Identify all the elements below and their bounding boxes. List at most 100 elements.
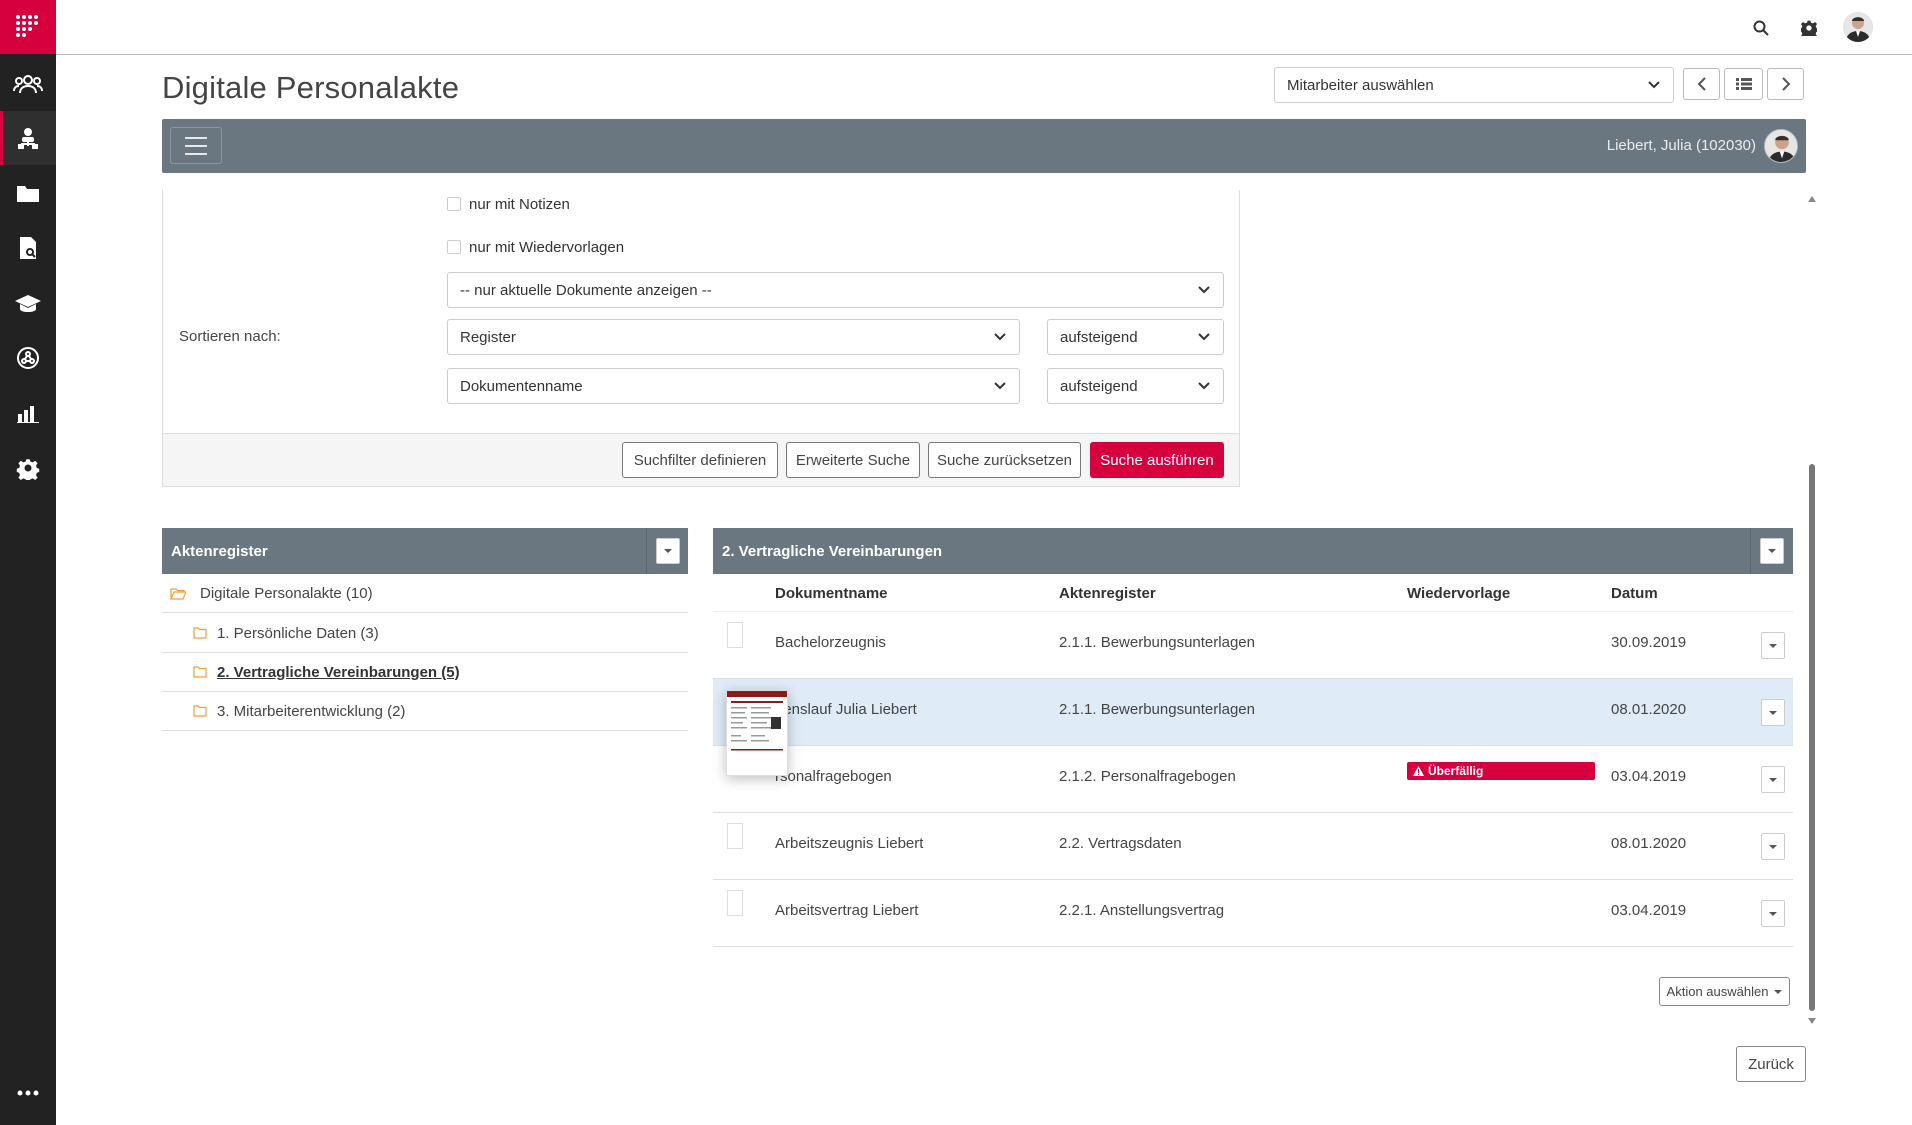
column-header[interactable]: Dokumentname (775, 585, 888, 602)
action-select-button[interactable]: Aktion auswählen (1659, 977, 1790, 1006)
sort-order-1-value: aufsteigend (1060, 328, 1138, 346)
sort-field-1-value: Register (460, 328, 516, 346)
page-title: Digitale Personalakte (162, 70, 460, 105)
tree-item-development[interactable]: 3. Mitarbeiterentwicklung (2) (162, 692, 688, 731)
folder-open-icon (170, 587, 186, 600)
row-actions-button[interactable] (1761, 900, 1785, 927)
only-notes-checkbox[interactable] (447, 197, 461, 211)
document-name[interactable]: benslauf Julia Liebert (775, 701, 917, 718)
document-date: 08.01.2020 (1611, 701, 1687, 718)
column-header[interactable]: Aktenregister (1059, 585, 1156, 602)
register-tree-panel: Aktenregister Digitale Personalakte (10)… (162, 528, 688, 731)
nav-training[interactable] (0, 276, 56, 330)
register-tree-menu-button[interactable] (656, 538, 680, 564)
document-version-select[interactable]: -- nur aktuelle Dokumente anzeigen -- (447, 272, 1224, 308)
menu-toggle-button[interactable] (170, 127, 222, 164)
column-header[interactable]: Datum (1611, 585, 1658, 602)
document-name[interactable]: Arbeitszeugnis Liebert (775, 835, 923, 852)
folder-icon (193, 627, 207, 639)
sort-field-2-value: Dokumentenname (460, 377, 583, 395)
document-thumbnail (727, 622, 743, 648)
sort-order-2-select[interactable]: aufsteigend (1047, 368, 1224, 404)
sort-order-2-value: aufsteigend (1060, 377, 1138, 395)
document-name[interactable]: Bachelorzeugnis (775, 634, 886, 651)
table-row[interactable]: rsonalfragebogen 2.1.2. Personalfragebog… (713, 746, 1793, 813)
document-register: 2.1.1. Bewerbungsunterlagen (1059, 701, 1255, 718)
register-tree-title: Aktenregister (171, 542, 268, 560)
sort-field-1-select[interactable]: Register (447, 319, 1020, 355)
row-actions-button[interactable] (1761, 833, 1785, 860)
documents-title: 2. Vertragliche Vereinbarungen (722, 542, 943, 560)
nav-personnel-file[interactable] (0, 111, 56, 165)
document-register: 2.1.1. Bewerbungsunterlagen (1059, 634, 1255, 651)
document-name[interactable]: Arbeitsvertrag Liebert (775, 902, 918, 919)
advanced-search-button[interactable]: Erweiterte Suche (786, 442, 920, 478)
nav-reports[interactable] (0, 386, 56, 440)
tree-item-personal-data[interactable]: 1. Persönliche Daten (3) (162, 614, 688, 653)
scroll-up-icon[interactable] (1808, 196, 1816, 202)
reset-search-button[interactable]: Suche zurücksetzen (928, 442, 1081, 478)
row-actions-button[interactable] (1761, 632, 1785, 659)
avatar[interactable] (1843, 12, 1873, 42)
more-icon (17, 1090, 39, 1096)
caret-down-icon (1774, 989, 1783, 994)
graduation-cap-icon (15, 295, 41, 312)
tree-root[interactable]: Digitale Personalakte (10) (162, 574, 688, 613)
overdue-badge-label: Überfällig (1428, 764, 1484, 778)
only-resubmissions-label: nur mit Wiedervorlagen (469, 239, 625, 256)
document-name[interactable]: rsonalfragebogen (775, 768, 892, 785)
grid-dots-logo[interactable] (0, 0, 56, 54)
documents-menu-button[interactable] (1760, 538, 1784, 564)
person-tree-icon (18, 128, 38, 149)
chevron-down-icon (994, 333, 1006, 341)
sort-label: Sortieren nach: (179, 328, 281, 345)
table-row[interactable]: Arbeitszeugnis Liebert 2.2. Vertragsdate… (713, 813, 1793, 880)
employee-list-button[interactable] (1724, 68, 1763, 100)
folder-icon (17, 186, 39, 202)
nav-network[interactable] (0, 331, 56, 385)
define-filter-button[interactable]: Suchfilter definieren (622, 442, 778, 478)
context-bar: Liebert, Julia (102030) (162, 119, 1806, 173)
caret-down-icon (1769, 844, 1777, 849)
nav-documents[interactable] (0, 166, 56, 220)
document-date: 08.01.2020 (1611, 835, 1687, 852)
document-thumbnail (727, 823, 743, 849)
only-resubmissions-checkbox[interactable] (447, 240, 461, 254)
table-row[interactable]: benslauf Julia Liebert 2.1.1. Bewerbungs… (713, 679, 1793, 746)
document-register: 2.2.1. Anstellungsvertrag (1059, 902, 1225, 919)
documents-panel: 2. Vertragliche Vereinbarungen Dokumentn… (713, 528, 1793, 1006)
table-row[interactable]: Arbeitsvertrag Liebert 2.2.1. Anstellung… (713, 880, 1793, 947)
caret-down-icon (1769, 710, 1777, 715)
caret-down-icon (1769, 777, 1777, 782)
scrollbar-thumb[interactable] (1809, 464, 1815, 1011)
next-employee-button[interactable] (1767, 68, 1804, 100)
sort-field-2-select[interactable]: Dokumentenname (447, 368, 1020, 404)
top-bar (56, 0, 1912, 55)
nav-document-search[interactable] (0, 221, 56, 275)
chevron-down-icon (1198, 286, 1210, 294)
nav-users[interactable] (0, 57, 56, 111)
scroll-down-icon[interactable] (1808, 1018, 1816, 1024)
sort-order-1-select[interactable]: aufsteigend (1047, 319, 1224, 355)
document-date: 03.04.2019 (1611, 768, 1687, 785)
table-row[interactable]: Bachelorzeugnis 2.1.1. Bewerbungsunterla… (713, 612, 1793, 679)
tree-item-contracts[interactable]: 2. Vertragliche Vereinbarungen (5) (162, 653, 688, 692)
column-header[interactable]: Wiedervorlage (1407, 585, 1510, 602)
gear-icon[interactable] (1797, 16, 1821, 40)
run-search-button[interactable]: Suche ausführen (1090, 442, 1224, 478)
scrollbar[interactable] (1806, 190, 1818, 1035)
row-actions-button[interactable] (1761, 766, 1785, 793)
row-actions-button[interactable] (1761, 699, 1785, 726)
nav-settings[interactable] (0, 441, 56, 495)
overdue-badge: Überfällig (1407, 762, 1595, 780)
employee-select[interactable]: Mitarbeiter auswählen (1274, 67, 1674, 103)
filter-actions: Suchfilter definieren Erweiterte Suche S… (163, 433, 1239, 486)
employee-avatar (1764, 129, 1798, 163)
previous-employee-button[interactable] (1683, 68, 1720, 100)
nav-more[interactable] (0, 1066, 56, 1120)
back-button[interactable]: Zurück (1736, 1046, 1806, 1082)
employee-select-value: Mitarbeiter auswählen (1287, 76, 1434, 94)
document-search-icon (20, 237, 36, 259)
document-date: 03.04.2019 (1611, 902, 1687, 919)
search-icon[interactable] (1749, 16, 1773, 40)
